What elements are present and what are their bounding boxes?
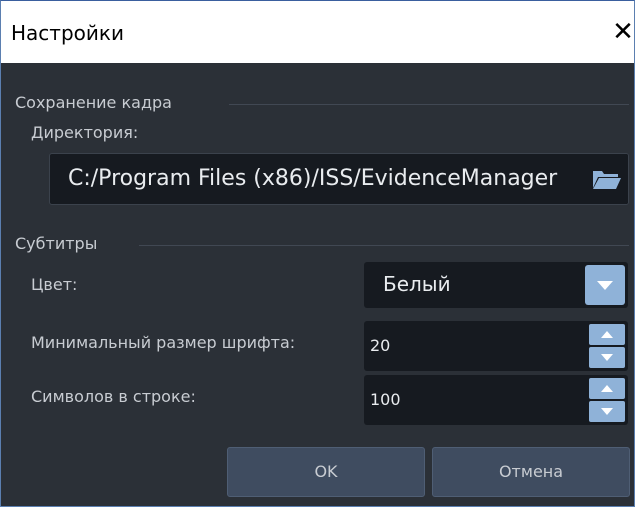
- browse-directory-button[interactable]: [586, 154, 628, 204]
- arrow-up-icon: [601, 385, 613, 392]
- arrow-up-icon: [601, 331, 613, 338]
- chars-per-line-decrement-button[interactable]: [589, 401, 625, 422]
- cancel-button[interactable]: Отмена: [432, 447, 630, 497]
- min-font-size-increment-button[interactable]: [589, 324, 625, 345]
- min-font-size-value: 20: [370, 336, 391, 355]
- directory-path: C:/Program Files (x86)/ISS/EvidenceManag…: [68, 166, 558, 191]
- directory-label: Директория:: [31, 123, 139, 142]
- title-bar: Настройки ✕: [1, 1, 634, 63]
- min-font-size-label: Минимальный размер шрифта:: [31, 333, 296, 352]
- arrow-down-icon: [601, 408, 613, 415]
- folder-icon: [593, 171, 621, 189]
- color-select[interactable]: Белый: [364, 262, 628, 308]
- subtitles-section-divider: [139, 245, 629, 246]
- frame-save-section-divider: [229, 104, 629, 105]
- min-font-size-decrement-button[interactable]: [589, 347, 625, 368]
- min-font-size-spinbox[interactable]: 20: [364, 321, 628, 371]
- settings-dialog: Настройки ✕ Сохранение кадра Директория:…: [0, 0, 635, 507]
- subtitles-section-label: Субтитры: [15, 234, 98, 253]
- ok-button[interactable]: OK: [227, 447, 425, 497]
- color-label: Цвет:: [31, 275, 78, 294]
- chars-per-line-value: 100: [370, 390, 401, 409]
- arrow-down-icon: [601, 354, 613, 361]
- chars-per-line-label: Символов в строке:: [31, 387, 196, 406]
- chevron-down-icon[interactable]: [585, 265, 625, 305]
- chars-per-line-spinbox[interactable]: 100: [364, 375, 628, 425]
- chars-per-line-increment-button[interactable]: [589, 378, 625, 399]
- close-button[interactable]: ✕: [612, 15, 634, 49]
- frame-save-section-label: Сохранение кадра: [15, 93, 172, 112]
- color-select-value: Белый: [383, 272, 451, 296]
- directory-field[interactable]: C:/Program Files (x86)/ISS/EvidenceManag…: [49, 153, 629, 205]
- dialog-title: Настройки: [11, 21, 124, 45]
